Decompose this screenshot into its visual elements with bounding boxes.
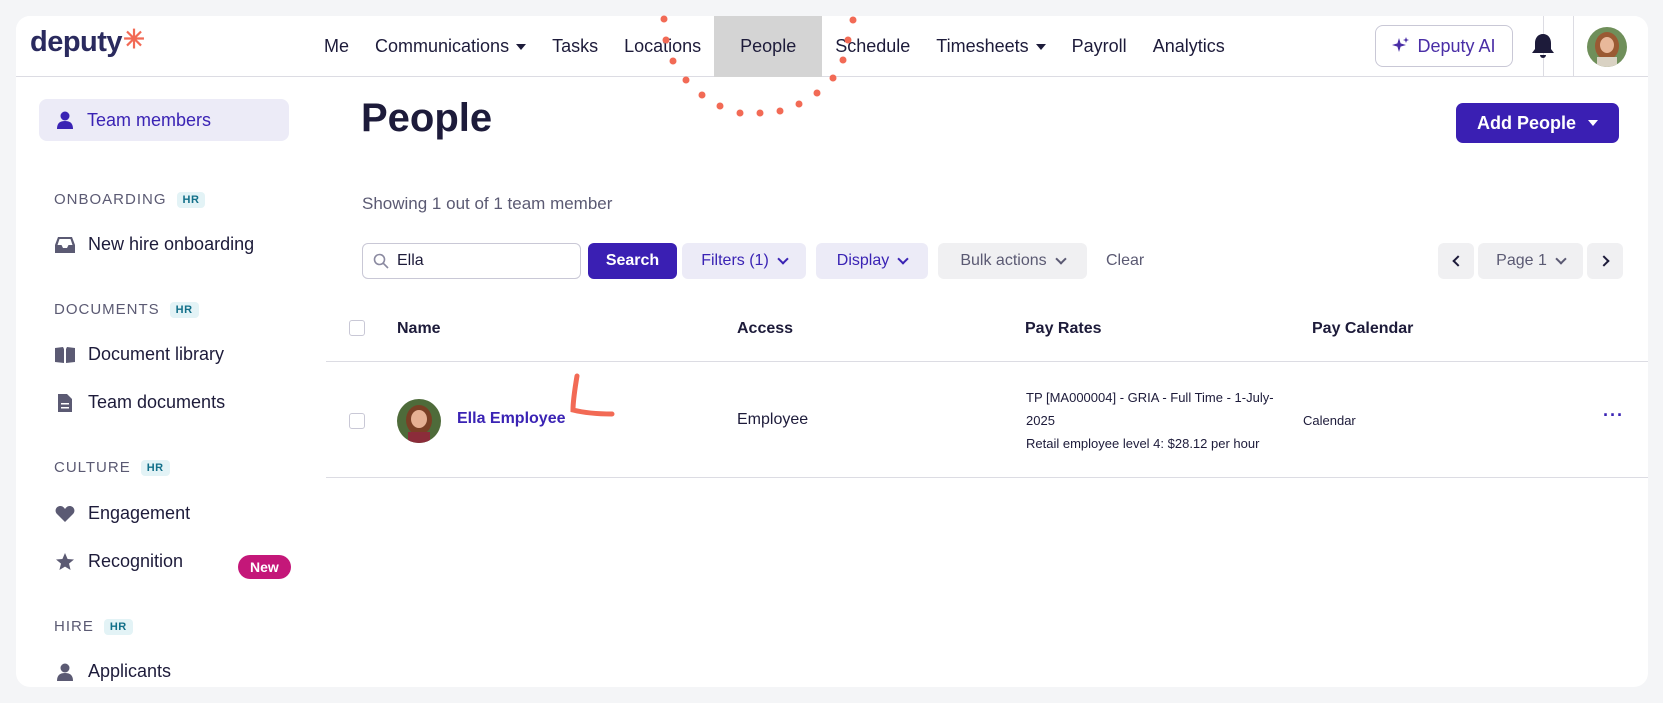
column-header-pay-rates[interactable]: Pay Rates <box>1025 320 1102 338</box>
search-field[interactable] <box>362 243 581 279</box>
results-count: Showing 1 out of 1 team member <box>362 194 613 213</box>
select-all-checkbox[interactable] <box>349 320 365 336</box>
column-header-name[interactable]: Name <box>397 320 441 338</box>
person-icon <box>55 110 75 130</box>
star-icon <box>54 552 76 572</box>
nav-item-communications[interactable]: Communications <box>362 16 539 77</box>
column-header-pay-calendar[interactable]: Pay Calendar <box>1312 320 1413 338</box>
sidebar-item-document-library[interactable]: Document library <box>54 344 224 365</box>
nav-item-payroll[interactable]: Payroll <box>1059 16 1140 77</box>
top-nav: deputy ✳ Me Communications Tasks Location… <box>16 16 1648 77</box>
caret-down-icon <box>1035 43 1046 50</box>
next-page-button[interactable] <box>1587 243 1623 279</box>
nav-item-timesheets[interactable]: Timesheets <box>923 16 1058 77</box>
chevron-down-icon <box>777 252 789 265</box>
sidebar-item-recognition[interactable]: Recognition <box>54 551 183 572</box>
book-icon <box>54 346 76 364</box>
column-header-access[interactable]: Access <box>737 320 793 338</box>
sidebar-section-hire: HIRE HR <box>54 618 133 635</box>
nav-item-people[interactable]: People <box>714 16 823 77</box>
sidebar-item-applicants[interactable]: Applicants <box>54 661 171 682</box>
chevron-left-icon <box>1451 255 1464 267</box>
search-input[interactable] <box>397 252 567 270</box>
deputy-ai-button[interactable]: Deputy AI <box>1375 25 1513 67</box>
app-window: deputy ✳ Me Communications Tasks Location… <box>16 16 1648 687</box>
sidebar-section-onboarding: ONBOARDING HR <box>54 191 206 208</box>
inbox-icon <box>54 236 76 254</box>
employee-pay-rates: TP [MA000004] - GRIA - Full Time - 1-Jul… <box>1026 390 1274 451</box>
sidebar-item-engagement[interactable]: Engagement <box>54 503 190 524</box>
deputy-logo[interactable]: deputy ✳ <box>30 24 145 59</box>
hr-badge: HR <box>103 618 133 635</box>
page-select[interactable]: Page 1 <box>1478 243 1583 279</box>
hr-badge: HR <box>140 459 170 476</box>
hr-badge: HR <box>176 191 206 208</box>
sidebar-item-team-documents[interactable]: Team documents <box>54 392 225 413</box>
employee-name-link[interactable]: Ella Employee <box>457 410 566 428</box>
nav-item-schedule[interactable]: Schedule <box>822 16 923 77</box>
caret-down-icon <box>516 43 527 50</box>
main-nav: Me Communications Tasks Locations People… <box>311 16 1238 77</box>
sidebar-section-documents: DOCUMENTS HR <box>54 301 199 318</box>
user-avatar[interactable] <box>1587 27 1627 67</box>
sparkle-icon <box>1392 37 1410 52</box>
nav-item-analytics[interactable]: Analytics <box>1140 16 1238 77</box>
employee-pay-calendar: Calendar <box>1303 413 1356 428</box>
nav-divider <box>1573 16 1574 77</box>
employee-access: Employee <box>737 411 809 428</box>
hr-badge: HR <box>169 301 199 318</box>
sidebar: Team members ONBOARDING HR New hire onbo… <box>16 78 308 687</box>
sidebar-section-culture: CULTURE HR <box>54 459 170 476</box>
nav-item-me[interactable]: Me <box>311 16 362 77</box>
chevron-down-icon <box>897 252 909 265</box>
chevron-down-icon <box>1555 252 1567 265</box>
document-icon <box>54 393 76 413</box>
divider <box>326 477 1648 478</box>
nav-item-locations[interactable]: Locations <box>611 16 714 77</box>
notifications-bell-icon[interactable] <box>1527 30 1559 62</box>
bulk-actions-button[interactable]: Bulk actions <box>938 243 1087 279</box>
clear-button[interactable]: Clear <box>1106 252 1144 270</box>
row-checkbox[interactable] <box>349 413 365 429</box>
employee-avatar <box>397 399 441 443</box>
previous-page-button[interactable] <box>1438 243 1474 279</box>
heart-icon <box>54 505 76 523</box>
display-button[interactable]: Display <box>816 243 928 279</box>
nav-item-tasks[interactable]: Tasks <box>539 16 611 77</box>
page-title: People <box>361 96 493 140</box>
search-button[interactable]: Search <box>588 243 677 279</box>
add-people-button[interactable]: Add People <box>1456 103 1619 143</box>
divider <box>326 361 1648 362</box>
caret-down-icon <box>1588 120 1598 126</box>
logo-star-icon: ✳ <box>123 24 145 54</box>
sidebar-item-new-hire-onboarding[interactable]: New hire onboarding <box>54 234 254 255</box>
more-options-icon[interactable]: ··· <box>1603 405 1624 426</box>
new-badge: New <box>238 555 291 579</box>
chevron-down-icon <box>1054 252 1067 265</box>
filters-button[interactable]: Filters (1) <box>682 243 806 279</box>
person-icon <box>54 662 76 682</box>
search-icon <box>373 253 389 269</box>
sidebar-item-team-members[interactable]: Team members <box>39 99 289 141</box>
chevron-right-icon <box>1597 255 1610 267</box>
